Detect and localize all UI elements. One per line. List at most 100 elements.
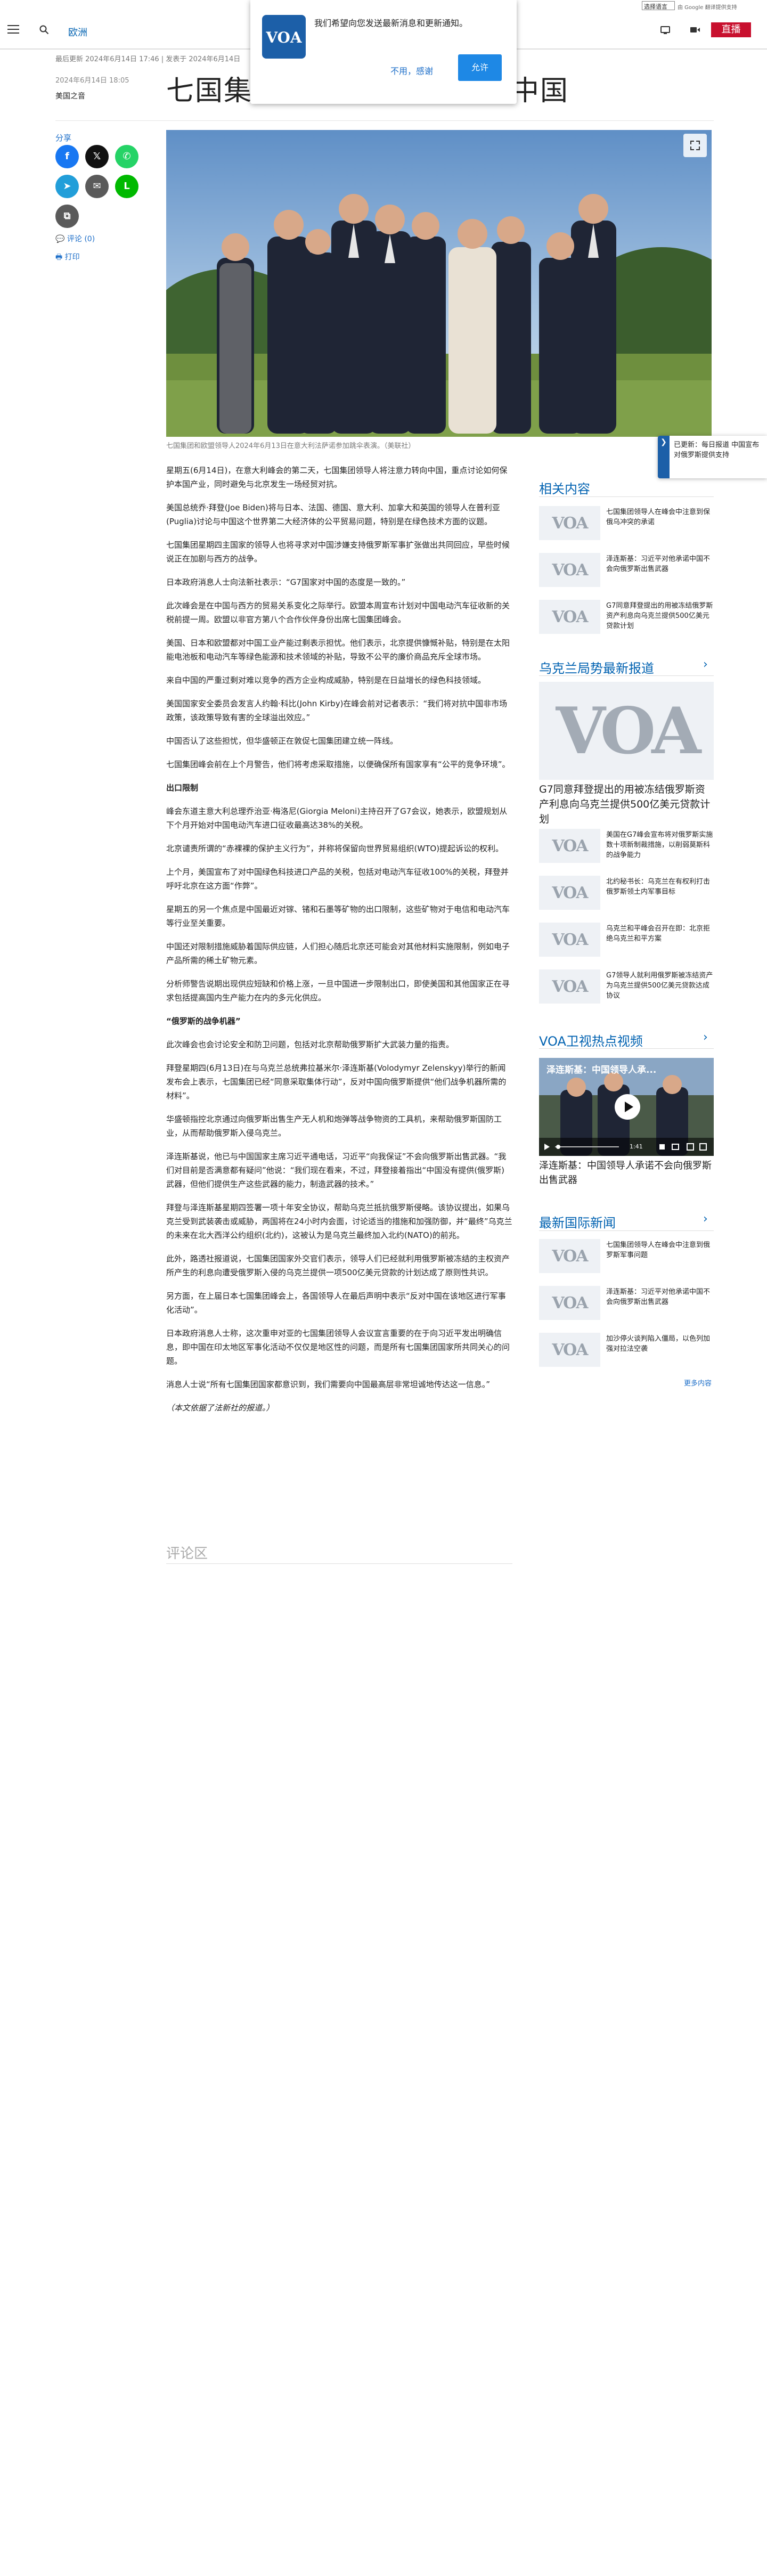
play-icon bbox=[625, 1102, 633, 1112]
ukraine-item[interactable]: VOA 美国在G7峰会宣布将对俄罗斯实施数十项新制裁措施，以削弱莫斯科的战争能力 bbox=[539, 829, 714, 866]
article-paragraph: 拜登与泽连斯基星期四签署一项十年安全协议，帮助乌克兰抵抗俄罗斯侵略。该协议提出，… bbox=[166, 1203, 512, 1240]
live-button[interactable]: 直播 bbox=[711, 22, 751, 37]
more-link[interactable]: 更多内容 bbox=[684, 1377, 712, 1388]
voa-logo: VOA bbox=[552, 1246, 588, 1266]
expand-icon bbox=[690, 141, 700, 150]
share-facebook-button[interactable]: f bbox=[55, 145, 79, 168]
ukraine-feature-title[interactable]: G7同意拜登提出的用被冻结俄罗斯资产利息向乌克兰提供500亿美元贷款计划 bbox=[539, 782, 714, 827]
intl-title[interactable]: 泽连斯基：习近平对他承诺中国不会向俄罗斯出售武器 bbox=[606, 1287, 714, 1307]
chevron-right-icon[interactable]: › bbox=[703, 1031, 708, 1044]
article-thumbnail[interactable]: VOA bbox=[539, 969, 600, 1004]
tv-icon[interactable] bbox=[660, 26, 670, 34]
ukraine-item[interactable]: VOA 乌克兰和平峰会召开在即：北京拒绝乌克兰和平方案 bbox=[539, 923, 714, 960]
article-thumbnail[interactable]: VOA bbox=[539, 553, 600, 587]
comments-label: 评论 (0) bbox=[67, 235, 95, 243]
share-label: 分享 bbox=[55, 133, 72, 143]
article-thumbnail[interactable]: VOA bbox=[539, 506, 600, 540]
ukraine-title[interactable]: 北约秘书长：乌克兰在有权利打击俄罗斯领土内军事目标 bbox=[606, 877, 714, 897]
ukraine-item[interactable]: VOA 北约秘书长：乌克兰在有权利打击俄罗斯领土内军事目标 bbox=[539, 876, 714, 913]
video-caption[interactable]: 泽连斯基：中国领导人承诺不会向俄罗斯出售武器 bbox=[539, 1159, 714, 1187]
voa-logo: VOA bbox=[552, 607, 588, 626]
breaking-news-widget[interactable]: ❯ 已更新：每日报道 中国宣布对俄罗斯提供支持 bbox=[658, 436, 767, 478]
line-icon: L bbox=[124, 181, 130, 192]
related-title[interactable]: 泽连斯基：习近平对他承诺中国不会向俄罗斯出售武器 bbox=[606, 554, 714, 574]
section-label[interactable]: 欧洲 bbox=[68, 25, 87, 39]
ukraine-feature-image[interactable]: VOA bbox=[539, 682, 714, 780]
article-paragraph: 此次峰会是在中国与西方的贸易关系变化之际举行。欧盟本周宣布计划对中国电动汽车征收… bbox=[166, 601, 510, 624]
share-copy-link-button[interactable]: ⧉ bbox=[55, 205, 79, 228]
article-source[interactable]: 美国之音 bbox=[55, 91, 85, 101]
intl-item[interactable]: VOA 加沙停火谈判陷入僵局，以色列加强对拉法空袭 bbox=[539, 1333, 714, 1370]
article-thumbnail[interactable]: VOA bbox=[539, 1333, 600, 1367]
voa-logo: VOA bbox=[552, 883, 588, 902]
article-paragraph: 此次峰会也会讨论安全和防卫问题，包括对北京帮助俄罗斯扩大武装力量的指责。 bbox=[166, 1040, 454, 1049]
article-paragraph: 另方面，在上届日本七国集团峰会上，各国领导人在最后声明中表示“反对中国在该地区进… bbox=[166, 1291, 506, 1315]
share-email-button[interactable]: ✉ bbox=[85, 175, 109, 198]
article-thumbnail[interactable]: VOA bbox=[539, 829, 600, 863]
article-thumbnail[interactable]: VOA bbox=[539, 876, 600, 910]
article-paragraph: 峰会东道主意大利总理乔治亚·梅洛尼(Giorgia Meloni)主持召开了G7… bbox=[166, 806, 508, 830]
voa-logo: VOA bbox=[552, 836, 588, 855]
article-paragraph: 此外，路透社报道说，七国集团国家外交官们表示，领导人们已经就利用俄罗斯被冻结的主… bbox=[166, 1254, 510, 1277]
article-paragraph: 中国还对限制措施威胁着国际供应链，人们担心随后北京还可能会对其他材料实施限制，例… bbox=[166, 942, 510, 965]
print-icon: 🖶 bbox=[55, 253, 65, 262]
related-item[interactable]: VOA 七国集团领导人在峰会中注意到保俄乌冲突的承诺 bbox=[539, 506, 714, 543]
video-divider bbox=[539, 1048, 714, 1049]
video-player[interactable]: 泽连斯基：中国领导人承... 1:41 bbox=[539, 1058, 714, 1156]
ukraine-heading[interactable]: 乌克兰局势最新报道 bbox=[539, 658, 654, 676]
widget-text[interactable]: 已更新：每日报道 中国宣布对俄罗斯提供支持 bbox=[674, 440, 764, 460]
ukraine-title[interactable]: G7领导人就利用俄罗斯被冻结资产为乌克兰提供500亿美元贷款达成协议 bbox=[606, 971, 714, 1001]
article-paragraph: 美国国家安全委员会发言人约翰·科比(John Kirby)在峰会前对记者表示：“… bbox=[166, 699, 508, 722]
article-paragraph: 星期五(6月14日)，在意大利峰会的第二天，七国集团领导人将注意力转向中国，重点… bbox=[166, 466, 508, 489]
article-thumbnail[interactable]: VOA bbox=[539, 1239, 600, 1273]
comment-icon: 💬 bbox=[55, 235, 67, 243]
push-notification-dialog: VOA 我们希望向您发送最新消息和更新通知。 不用，感谢 允许 bbox=[250, 0, 517, 104]
chevron-right-icon[interactable]: › bbox=[703, 658, 708, 671]
chevron-right-icon[interactable]: › bbox=[703, 1212, 708, 1226]
widget-tab-icon[interactable]: ❯ bbox=[658, 436, 670, 478]
share-x-button[interactable]: 𝕏 bbox=[85, 145, 109, 168]
related-item[interactable]: VOA 泽连斯基：习近平对他承诺中国不会向俄罗斯出售武器 bbox=[539, 553, 714, 590]
allow-button[interactable]: 允许 bbox=[458, 54, 502, 81]
voa-logo: VOA bbox=[552, 1293, 588, 1313]
article-thumbnail[interactable]: VOA bbox=[539, 1286, 600, 1320]
ukraine-divider bbox=[539, 675, 714, 676]
intl-heading[interactable]: 最新国际新闻 bbox=[539, 1212, 616, 1231]
share-telegram-button[interactable]: ➤ bbox=[55, 175, 79, 198]
facebook-icon: f bbox=[65, 151, 69, 162]
voa-logo: VOA bbox=[552, 977, 588, 996]
intl-title[interactable]: 加沙停火谈判陷入僵局，以色列加强对拉法空袭 bbox=[606, 1334, 714, 1354]
article-thumbnail[interactable]: VOA bbox=[539, 600, 600, 634]
push-message: 我们希望向您发送最新消息和更新通知。 bbox=[314, 18, 468, 28]
intl-title[interactable]: 七国集团领导人在峰会中注意到俄罗斯军事问题 bbox=[606, 1240, 714, 1260]
comments-divider bbox=[166, 1563, 512, 1564]
intl-item[interactable]: VOA 七国集团领导人在峰会中注意到俄罗斯军事问题 bbox=[539, 1239, 714, 1276]
article-paragraph: 上个月，美国宣布了对中国绿色科技进口产品的关税，包括对电动汽车征收100%的关税… bbox=[166, 867, 509, 891]
article-thumbnail[interactable]: VOA bbox=[539, 923, 600, 957]
share-whatsapp-button[interactable]: ✆ bbox=[115, 145, 138, 168]
voa-logo: VOA bbox=[556, 693, 701, 769]
article-paragraph: 中国否认了这些担忧，但华盛顿正在敦促七国集团建立统一阵线。 bbox=[166, 736, 398, 746]
menu-icon[interactable] bbox=[7, 25, 19, 36]
related-title[interactable]: 七国集团领导人在峰会中注意到保俄乌冲突的承诺 bbox=[606, 507, 714, 527]
print-link[interactable]: 🖶 打印 bbox=[55, 251, 80, 264]
related-title[interactable]: G7同意拜登提出的用被冻结俄罗斯资产利息向乌克兰提供500亿美元贷款计划 bbox=[606, 601, 714, 631]
last-updated: 最后更新 2024年6月14日 17:46 | 发表于 2024年6月14日 bbox=[55, 55, 241, 63]
voa-logo: VOA bbox=[552, 560, 588, 580]
intl-item[interactable]: VOA 泽连斯基：习近平对他承诺中国不会向俄罗斯出售武器 bbox=[539, 1286, 714, 1323]
ukraine-item[interactable]: VOA G7领导人就利用俄罗斯被冻结资产为乌克兰提供500亿美元贷款达成协议 bbox=[539, 969, 714, 1007]
search-icon[interactable] bbox=[39, 25, 49, 35]
related-item[interactable]: VOA G7同意拜登提出的用被冻结俄罗斯资产利息向乌克兰提供500亿美元贷款计划 bbox=[539, 600, 714, 637]
video-controls[interactable]: 1:41 bbox=[539, 1138, 714, 1156]
video-heading[interactable]: VOA卫视热点视频 bbox=[539, 1031, 643, 1049]
play-button[interactable] bbox=[615, 1094, 640, 1120]
comments-link[interactable]: 💬 评论 (0) bbox=[55, 233, 95, 244]
ukraine-title[interactable]: 乌克兰和平峰会召开在即：北京拒绝乌克兰和平方案 bbox=[606, 924, 714, 944]
video-camera-icon[interactable] bbox=[690, 26, 700, 34]
deny-button[interactable]: 不用，感谢 bbox=[386, 61, 437, 80]
expand-image-button[interactable] bbox=[683, 134, 707, 157]
share-line-button[interactable]: L bbox=[115, 175, 138, 198]
ukraine-title[interactable]: 美国在G7峰会宣布将对俄罗斯实施数十项新制裁措施，以削弱莫斯科的战争能力 bbox=[606, 830, 714, 860]
publish-date: 2024年6月14日 18:05 bbox=[55, 77, 129, 85]
language-select[interactable]: 选择语言 bbox=[642, 1, 675, 10]
